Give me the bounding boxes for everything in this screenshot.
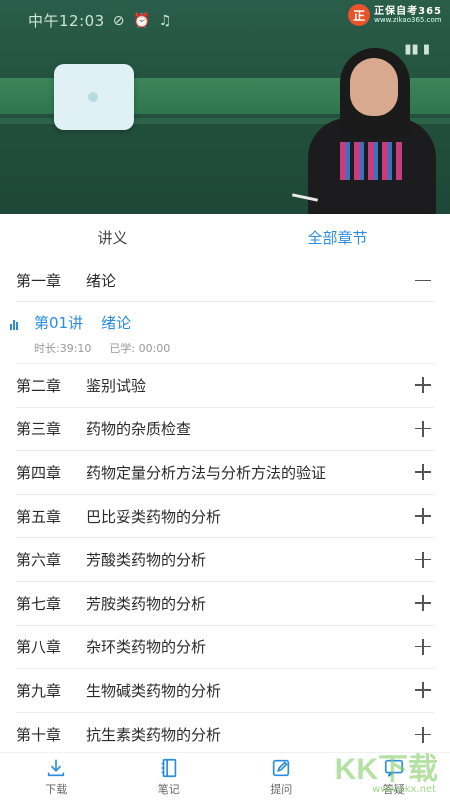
- expand-icon[interactable]: [414, 551, 432, 569]
- chapter-title: 巴比妥类药物的分析: [86, 507, 222, 526]
- chapter-row-5[interactable]: 第五章 巴比妥类药物的分析: [16, 495, 434, 539]
- brand-name: 正保自考365: [374, 5, 442, 17]
- expand-icon[interactable]: [414, 507, 432, 525]
- tab-handout[interactable]: 讲义: [0, 214, 225, 260]
- chapter-number: 第六章: [16, 551, 62, 570]
- expand-icon[interactable]: [414, 726, 432, 744]
- chapter-number: 第十章: [16, 726, 62, 745]
- watermark-logo: KK下载: [334, 753, 438, 786]
- chapter-row-3[interactable]: 第三章 药物的杂质检查: [16, 408, 434, 452]
- brand-logo: 正 正保自考365 www.zikao365.com: [348, 4, 442, 26]
- chapter-row-6[interactable]: 第六章 芳酸类药物的分析: [16, 538, 434, 582]
- download-button[interactable]: 下载: [0, 753, 113, 800]
- expand-icon[interactable]: [414, 681, 432, 699]
- chapter-title: 芳酸类药物的分析: [86, 551, 207, 570]
- chapter-title: 绪论: [86, 272, 117, 290]
- expand-icon[interactable]: [414, 463, 432, 481]
- playing-icon: [10, 320, 18, 330]
- lesson-title: 绪论: [101, 314, 132, 332]
- video-player[interactable]: 中午12:03 ⊘ ⏰ ♫ 正 正保自考365 www.zikao365.com…: [0, 0, 450, 214]
- tab-all-chapters[interactable]: 全部章节: [225, 214, 450, 260]
- chapter-number: 第一章: [16, 272, 62, 290]
- chapter-title: 芳胺类药物的分析: [86, 594, 207, 613]
- status-bar: 中午12:03 ⊘ ⏰ ♫: [28, 10, 172, 31]
- chapter-row-1[interactable]: 第一章 绪论: [16, 260, 434, 302]
- status-time: 中午12:03: [28, 12, 105, 30]
- chapter-number: 第四章: [16, 463, 62, 482]
- chapter-row-4[interactable]: 第四章 药物定量分析方法与分析方法的验证: [16, 451, 434, 495]
- content-tabs: 讲义 全部章节: [0, 214, 450, 260]
- lesson-item[interactable]: 第01讲 绪论 时长:39:10 已学: 00:00: [10, 302, 434, 364]
- chapter-number: 第八章: [16, 638, 62, 657]
- chapter-title: 杂环类药物的分析: [86, 638, 207, 657]
- lesson-duration: 时长:39:10: [34, 342, 92, 355]
- ask-button[interactable]: 提问: [225, 753, 338, 800]
- ask-label: 提问: [270, 782, 293, 796]
- chapter-row-8[interactable]: 第八章 杂环类药物的分析: [16, 626, 434, 670]
- collapse-icon[interactable]: [414, 272, 432, 290]
- bell-icon: ♫: [158, 12, 172, 29]
- expand-icon[interactable]: [414, 420, 432, 438]
- expand-icon[interactable]: [414, 594, 432, 612]
- brand-mark: 正: [348, 4, 371, 26]
- chapter-title: 抗生素类药物的分析: [86, 726, 222, 745]
- chapter-title: 药物定量分析方法与分析方法的验证: [86, 463, 327, 482]
- alarm-icon: ⏰: [132, 12, 151, 29]
- lesson-number: 第01讲: [34, 314, 84, 332]
- chapter-row-7[interactable]: 第七章 芳胺类药物的分析: [16, 582, 434, 626]
- chapter-title: 生物碱类药物的分析: [86, 681, 222, 700]
- download-icon: [48, 759, 65, 776]
- chapter-number: 第七章: [16, 594, 62, 613]
- chapter-title: 鉴别试验: [86, 376, 147, 395]
- chapter-row-9[interactable]: 第九章 生物碱类药物的分析: [16, 669, 434, 713]
- download-label: 下载: [45, 782, 68, 796]
- expand-icon[interactable]: [414, 638, 432, 656]
- teaching-card: [54, 64, 134, 130]
- notes-label: 笔记: [157, 782, 180, 796]
- chapter-list: 第一章 绪论 第01讲 绪论 时长:39:10 已学: 00:00 第二章 鉴别…: [0, 260, 450, 756]
- expand-icon[interactable]: [414, 376, 432, 394]
- chapter-number: 第二章: [16, 376, 62, 395]
- edit-icon: [273, 759, 290, 776]
- brand-url: www.zikao365.com: [374, 15, 442, 24]
- notes-button[interactable]: 笔记: [113, 753, 226, 800]
- chapter-number: 第三章: [16, 420, 62, 439]
- chapter-number: 第九章: [16, 681, 62, 700]
- watermark-url: www.kkx.net: [372, 784, 436, 795]
- presenter-image: [300, 42, 450, 214]
- lesson-studied: 已学: 00:00: [109, 342, 171, 355]
- no-disturb-icon: ⊘: [112, 12, 125, 29]
- chapter-row-2[interactable]: 第二章 鉴别试验: [16, 364, 434, 408]
- chapter-number: 第五章: [16, 507, 62, 526]
- notebook-icon: [161, 758, 176, 777]
- chapter-title: 药物的杂质检查: [86, 420, 192, 439]
